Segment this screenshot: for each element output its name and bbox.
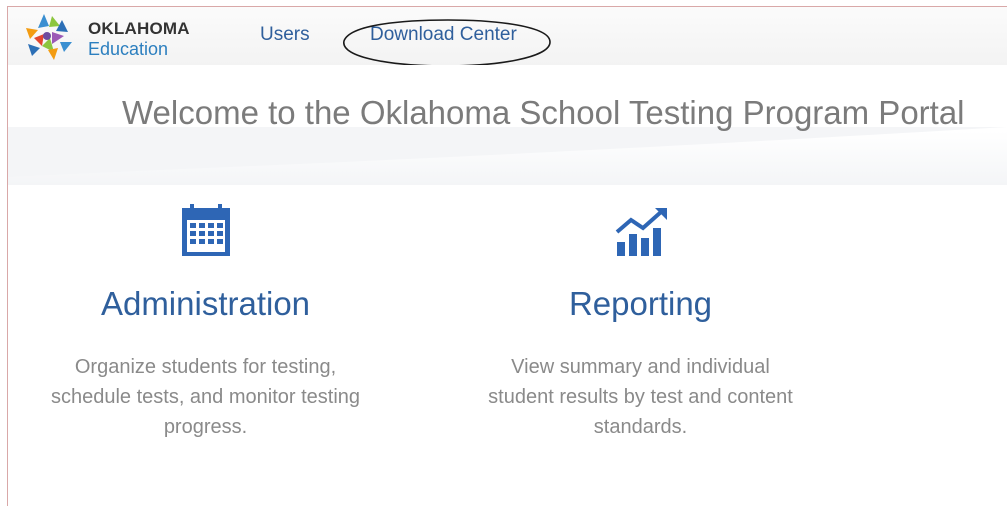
administration-description-line: progress. — [163, 416, 248, 438]
administration-description-line: schedule tests, and monitor testing — [50, 386, 361, 408]
top-navbar: OKLAHOMA Education Users Download Center — [8, 7, 1007, 67]
administration-tile[interactable]: Administration Organize students for tes… — [8, 202, 403, 442]
reporting-tile[interactable]: Reporting View summary and individual st… — [448, 202, 833, 442]
page-title: Welcome to the Oklahoma School Testing P… — [122, 94, 965, 131]
reporting-description-line: View summary and individual — [511, 356, 770, 378]
administration-description-line: Organize students for testing, — [74, 356, 337, 378]
logo-text-oklahoma: OKLAHOMA — [88, 19, 190, 38]
logo-text-education: Education — [88, 39, 169, 59]
reporting-description: View summary and individual student resu… — [448, 352, 833, 442]
growth-chart-icon — [615, 208, 667, 256]
nav-users-link[interactable]: Users — [260, 24, 310, 46]
oklahoma-education-logo[interactable]: OKLAHOMA Education — [22, 12, 212, 62]
reporting-description-line: standards. — [593, 416, 688, 438]
hand-drawn-circle-annotation — [343, 19, 551, 67]
hero-swoosh — [8, 127, 1007, 177]
administration-description: Organize students for testing, schedule … — [8, 352, 403, 442]
reporting-title[interactable]: Reporting — [448, 284, 833, 324]
reporting-description-line: student results by test and content — [488, 386, 793, 408]
page-frame: OKLAHOMA Education Users Download Center… — [7, 6, 1007, 506]
state-star-logo-icon — [26, 14, 72, 60]
administration-title[interactable]: Administration — [8, 284, 403, 324]
calendar-icon — [181, 204, 230, 256]
